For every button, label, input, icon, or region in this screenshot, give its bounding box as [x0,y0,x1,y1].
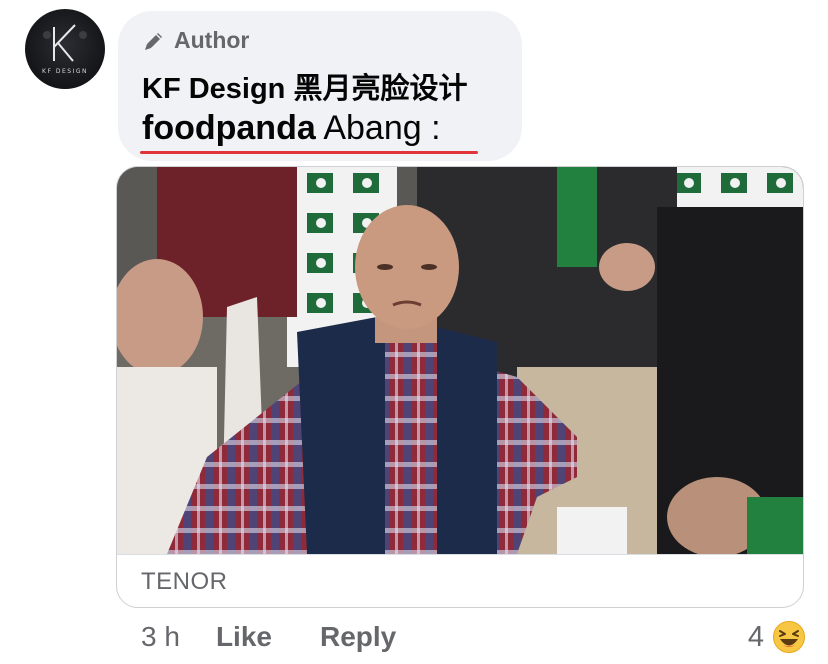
comment-actions: 3 h Like Reply [141,621,396,653]
author-badge-label: Author [174,27,250,53]
author-name[interactable]: KF Design 黑月亮脸设计 [142,65,467,107]
avatar-caption: KF DESIGN [42,68,88,75]
gif-attachment[interactable]: TENOR [116,166,804,608]
avatar[interactable]: KF DESIGN [25,9,105,89]
timestamp[interactable]: 3 h [141,621,180,653]
brand-mention: foodpanda [142,109,316,147]
gif-image[interactable] [117,167,803,554]
pencil-icon [145,32,162,50]
reaction-summary[interactable]: 4 [748,620,806,654]
gif-footer: TENOR [117,554,803,607]
laughing-emoji-icon [773,621,805,653]
spellcheck-underline [140,151,478,154]
reaction-count: 4 [747,620,764,653]
kf-logo-icon [43,24,87,62]
reply-button[interactable]: Reply [320,621,396,653]
author-badge: Author [142,27,249,54]
gif-source-label: TENOR [141,568,228,595]
comment-bubble: Author KF Design 黑月亮脸设计 foodpanda Abang … [118,11,522,161]
comment-text: foodpanda Abang : [142,109,441,148]
comment-text-rest: Abang : [315,109,441,147]
like-button[interactable]: Like [216,621,272,653]
